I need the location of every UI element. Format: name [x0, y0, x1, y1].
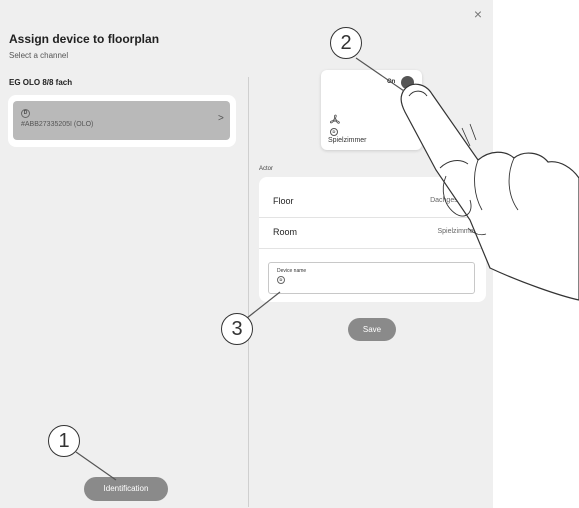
- channel-item[interactable]: D #ABB27335205I (OLO) >: [13, 101, 230, 140]
- column-divider: [248, 77, 249, 507]
- device-type-icon: D: [277, 276, 285, 284]
- tile-room-label: Spielzimmer: [328, 137, 367, 144]
- save-button[interactable]: Save: [348, 318, 396, 341]
- dialog-subtitle: Select a channel: [9, 51, 69, 60]
- fan-icon: [330, 114, 340, 124]
- chevron-right-icon: >: [218, 113, 224, 124]
- floor-label: Floor: [273, 196, 294, 206]
- identification-button[interactable]: Identification: [84, 477, 168, 501]
- tile-type-icon: D: [330, 128, 338, 136]
- floor-row[interactable]: Floor Dachgeschoss: [259, 187, 486, 218]
- callout-3: 3: [221, 313, 253, 345]
- room-row[interactable]: Room Spielzimmer: [259, 218, 486, 249]
- dialog-title: Assign device to floorplan: [9, 32, 160, 46]
- toggle-button[interactable]: [401, 76, 414, 89]
- room-label: Room: [273, 227, 298, 237]
- device-name-field[interactable]: Device name D: [268, 262, 475, 294]
- actor-section-label: Actor: [259, 166, 274, 172]
- device-name-field-label: Device name: [277, 268, 307, 274]
- callout-1: 1: [48, 425, 80, 457]
- tile-state-label: On: [387, 79, 396, 85]
- actor-panel: Floor Dachgeschoss Room Spielzimmer Devi…: [259, 177, 486, 302]
- device-tile[interactable]: On D Spielzimmer: [321, 70, 422, 150]
- callout-2: 2: [330, 27, 362, 59]
- channel-serial: #ABB27335205I (OLO): [21, 121, 94, 128]
- close-icon[interactable]: ×: [471, 7, 485, 21]
- device-name-heading: EG OLO 8/8 fach: [9, 78, 73, 87]
- channel-list: D #ABB27335205I (OLO) >: [8, 95, 236, 147]
- floor-value: Dachgeschoss: [430, 197, 476, 204]
- room-value: Spielzimmer: [437, 228, 476, 235]
- channel-type-icon: D: [21, 109, 30, 118]
